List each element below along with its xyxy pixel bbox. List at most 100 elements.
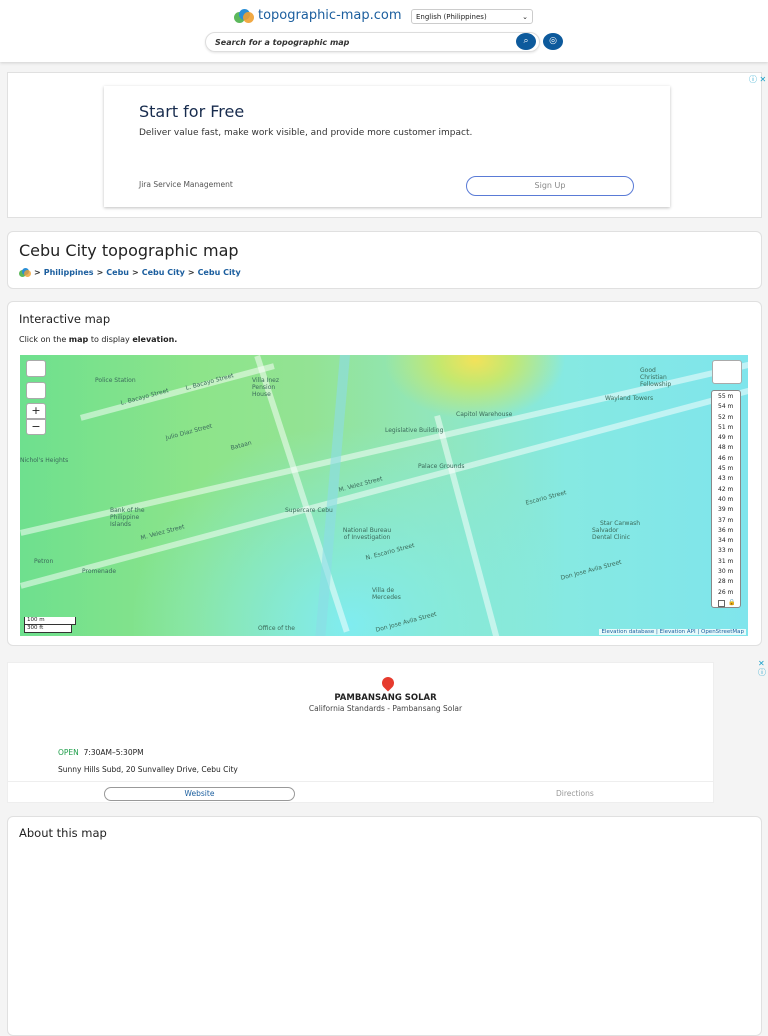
legend-item: 42 m — [718, 485, 734, 493]
lock-icon[interactable]: 🔒 — [728, 598, 735, 608]
ad-body: Deliver value fast, make work visible, a… — [139, 128, 473, 138]
interactive-map[interactable]: L. Bacayo Street L. Bacayo Street Julio … — [20, 355, 748, 636]
ad-title: PAMBANSANG SOLAR — [334, 693, 437, 703]
breadcrumb-link[interactable]: Philippines — [44, 268, 94, 277]
search-input[interactable]: Search for a topographic map — [205, 32, 540, 52]
logo-icon — [234, 8, 254, 23]
map-hint: Click on the map to display elevation. — [19, 335, 177, 344]
map-label: Bataan — [230, 439, 253, 452]
legend-item: 37 m — [718, 516, 734, 524]
map-label: Villa Inez Pension House — [252, 377, 279, 398]
breadcrumb-link[interactable]: Cebu City — [198, 268, 241, 277]
hint-text: map — [68, 335, 89, 344]
map-label: Petron — [34, 558, 54, 565]
page-title: Cebu City topographic map — [19, 241, 239, 260]
ad-brand: Jira Service Management — [139, 180, 233, 189]
open-status: OPEN — [58, 748, 79, 757]
attribution-link[interactable]: OpenStreetMap — [701, 629, 744, 635]
map-label: Don Jose Avila Street — [560, 558, 623, 582]
sign-up-button[interactable]: Sign Up — [466, 176, 634, 196]
hint-text: elevation. — [132, 335, 178, 344]
legend-item: 33 m — [718, 547, 734, 555]
legend-item: 39 m — [718, 506, 734, 514]
search-button[interactable]: ⌕ — [516, 33, 536, 50]
ad-solar[interactable]: PAMBANSANG SOLAR California Standards - … — [7, 662, 714, 803]
breadcrumb-link[interactable]: Cebu City — [142, 268, 185, 277]
map-label: Police Station — [95, 377, 136, 384]
map-fullscreen-button[interactable] — [26, 382, 46, 399]
breadcrumb-link[interactable]: Cebu — [106, 268, 129, 277]
map-label: Wayland Towers — [605, 395, 654, 402]
road — [80, 363, 275, 421]
zoom-in-button[interactable]: + — [26, 403, 46, 419]
site-logo[interactable]: topographic-map.com — [234, 8, 402, 23]
search-icon: ⌕ — [523, 36, 529, 46]
breadcrumb-separator: > — [132, 268, 139, 277]
zoom-out-button[interactable]: − — [26, 419, 46, 435]
hint-text: Click on the — [19, 335, 67, 344]
map-label: N. Escario Street — [365, 542, 416, 562]
map-label: Villa de Mercedes — [372, 587, 401, 601]
chevron-down-icon: ⌄ — [522, 13, 528, 21]
ad-address: Sunny Hills Subd, 20 Sunvalley Drive, Ce… — [58, 765, 238, 774]
about-card — [7, 816, 762, 1036]
ad-headline: Start for Free — [139, 102, 245, 121]
map-layer-button[interactable] — [26, 360, 46, 377]
breadcrumb-separator: > — [96, 268, 104, 277]
legend-item: 36 m — [718, 526, 734, 534]
legend-item: 34 m — [718, 537, 734, 545]
scale-imperial: 300 ft — [24, 625, 72, 633]
legend-item: 28 m — [718, 578, 734, 586]
ad-close-icon[interactable]: ✕ ⓘ — [758, 659, 766, 677]
map-label: Supercare Cebu — [285, 507, 333, 514]
map-attribution: Elevation database | Elevation API | Ope… — [599, 629, 746, 635]
hint-text: to display — [90, 335, 130, 344]
map-pin-icon — [379, 674, 397, 692]
breadcrumb-separator: > — [34, 268, 41, 277]
legend-item: 48 m — [718, 444, 734, 452]
map-label: Legislative Building — [385, 427, 444, 434]
map-label: Office of the — [258, 625, 295, 632]
legend-checkbox[interactable] — [718, 599, 725, 607]
breadcrumb-separator: > — [187, 268, 195, 277]
site-header: topographic-map.com English (Philippines… — [0, 0, 768, 62]
attribution-link[interactable]: Elevation database — [601, 629, 654, 635]
about-heading: About this map — [19, 826, 107, 840]
ad-jira[interactable]: Start for Free Deliver value fast, make … — [104, 86, 670, 207]
map-label: Bank of the Philippine Islands — [110, 507, 145, 528]
map-label: Don Jose Avila Street — [375, 610, 438, 634]
legend-item: 55 m — [718, 393, 734, 400]
legend-item: 45 m — [718, 465, 734, 473]
map-label: Palace Grounds — [418, 463, 465, 470]
elevation-legend: 55 m 54 m 52 m 51 m 49 m 48 m 46 m 45 m … — [711, 390, 741, 608]
ad-close-icon[interactable]: ⓘ ✕ — [749, 74, 766, 85]
legend-item: 52 m — [718, 413, 734, 421]
map-label: National Bureau of Investigation — [342, 527, 392, 541]
map-label: Capitol Warehouse — [456, 411, 513, 418]
legend-item: 46 m — [718, 454, 734, 462]
road — [434, 415, 503, 636]
map-label: L. Bacayo Street — [185, 372, 235, 392]
site-name: topographic-map.com — [258, 8, 402, 23]
directions-button[interactable]: Directions — [556, 789, 594, 798]
home-icon[interactable] — [19, 268, 31, 277]
legend-item: 26 m — [718, 588, 734, 596]
language-select[interactable]: English (Philippines) ⌄ — [411, 9, 533, 24]
hours-text: 7:30AM–5:30PM — [83, 748, 144, 757]
legend-item: 49 m — [718, 434, 734, 442]
title-card — [7, 231, 762, 289]
breadcrumb: > Philippines > Cebu > Cebu City > Cebu City — [19, 268, 241, 277]
legend-item: 40 m — [718, 495, 734, 503]
scale-metric: 100 m — [24, 617, 76, 625]
attribution-link[interactable]: Elevation API — [660, 629, 696, 635]
map-heading: Interactive map — [19, 312, 111, 326]
map-settings-button[interactable] — [712, 360, 742, 384]
website-button[interactable]: Website — [104, 787, 295, 801]
map-label: Julio Diaz Street — [165, 422, 213, 442]
ad-hours: OPEN 7:30AM–5:30PM — [58, 748, 144, 757]
road — [20, 386, 748, 589]
legend-item: 51 m — [718, 423, 734, 431]
legend-item: 31 m — [718, 557, 734, 565]
map-label: Star Carwash — [600, 520, 641, 527]
locate-button[interactable]: ◎ — [543, 33, 563, 50]
